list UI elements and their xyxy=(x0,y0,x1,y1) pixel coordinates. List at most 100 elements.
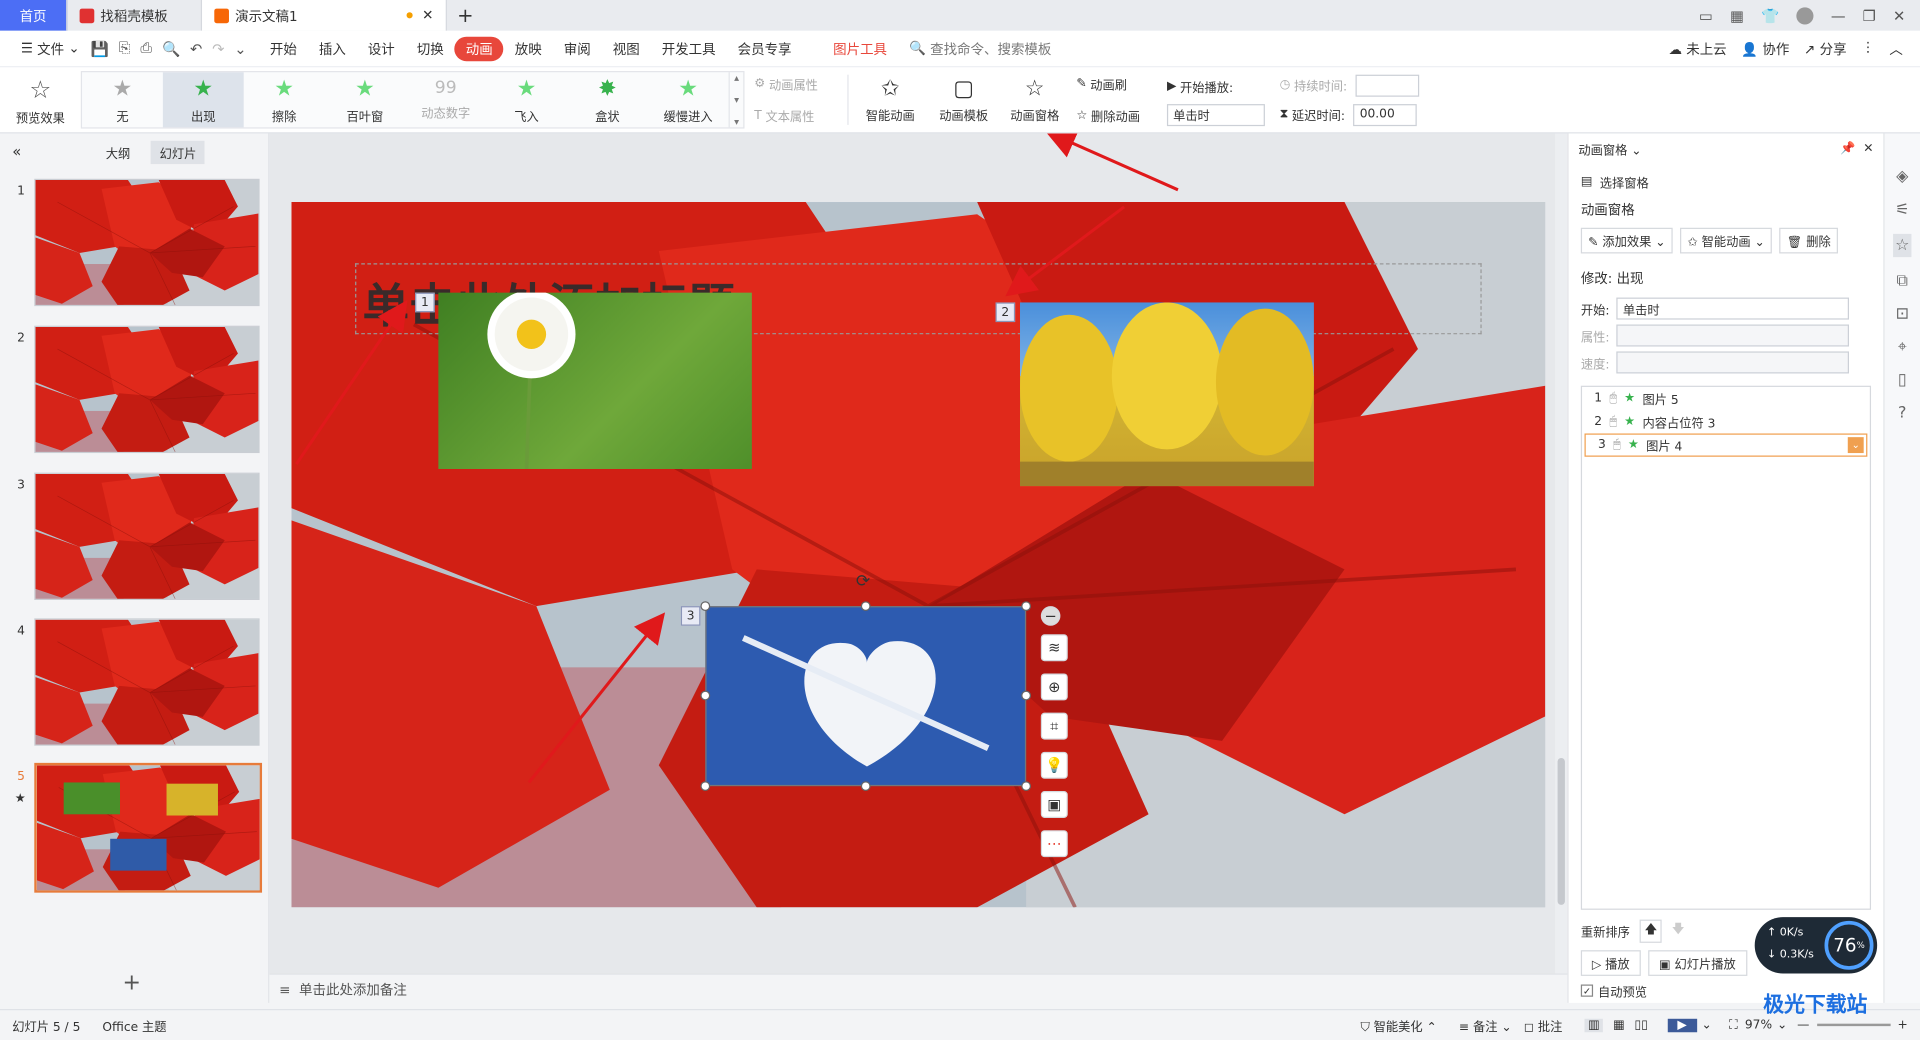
add-slide-button[interactable]: + xyxy=(122,970,140,996)
robot-icon[interactable]: ⊡ xyxy=(1896,305,1909,323)
beautify-button[interactable]: ⛉ 智能美化 ⌃ xyxy=(1361,1016,1437,1034)
collapse-ribbon-icon[interactable]: ︿ xyxy=(1889,39,1902,59)
settings-sliders-icon[interactable]: ⚟ xyxy=(1895,201,1909,219)
menu-slideshow[interactable]: 放映 xyxy=(504,36,553,60)
copy-icon[interactable]: ⧉ xyxy=(1897,272,1908,290)
scrollbar-thumb[interactable] xyxy=(1557,757,1565,905)
effect-none[interactable]: ★ 无 xyxy=(82,72,163,127)
apps-icon[interactable]: ▦ xyxy=(1730,7,1744,24)
zoom-dropdown-icon[interactable]: ⌄ xyxy=(1777,1018,1787,1031)
animation-star-icon[interactable]: ☆ xyxy=(1892,233,1912,258)
pane-start-dropdown[interactable]: 单击时 xyxy=(1616,297,1850,320)
effect-slow-enter[interactable]: ★ 缓慢进入 xyxy=(648,72,729,127)
new-tab-button[interactable]: + xyxy=(447,0,484,31)
menu-transition[interactable]: 切换 xyxy=(406,36,455,60)
menu-view[interactable]: 视图 xyxy=(602,36,651,60)
pane-delete-button[interactable]: 🗑 删除 xyxy=(1779,227,1839,253)
effect-box[interactable]: ✸ 盒状 xyxy=(567,72,648,127)
tab-document[interactable]: 演示文稿1 ✕ xyxy=(202,0,447,31)
preview-effect-button[interactable]: ☆ 预览效果 xyxy=(0,67,81,132)
location-icon[interactable]: ⌖ xyxy=(1898,338,1907,356)
cloud-button[interactable]: ☁ 未上云 xyxy=(1668,39,1726,59)
file-menu[interactable]: ☰ 文件 ⌄ xyxy=(10,36,91,60)
customize-icon[interactable]: ⌄ xyxy=(234,40,246,57)
pane-title[interactable]: 动画窗格 ⌄ xyxy=(1578,139,1641,157)
animation-item-1[interactable]: 1 🖱 ★ 图片 5 xyxy=(1582,387,1870,410)
vertical-scrollbar[interactable] xyxy=(1555,133,1568,974)
zoom-in-icon[interactable]: + xyxy=(1897,1018,1907,1031)
share-button[interactable]: ↗ 分享 xyxy=(1804,39,1847,59)
effect-wipe[interactable]: ★ 擦除 xyxy=(244,72,325,127)
gallery-scroll[interactable]: ▴ ▾ ▾ xyxy=(728,72,744,128)
play-slideshow-button[interactable]: ▶ xyxy=(1667,1018,1697,1032)
book-icon[interactable]: ▯ xyxy=(1898,371,1907,389)
comments-button[interactable]: ◻ 批注 xyxy=(1524,1016,1563,1034)
close-pane-icon[interactable]: ✕ xyxy=(1863,141,1873,154)
redo-icon[interactable]: ↷ xyxy=(212,40,224,57)
effect-blinds[interactable]: ★ 百叶窗 xyxy=(324,72,405,127)
help-icon[interactable]: ? xyxy=(1898,404,1906,422)
slide-thumbnail-3[interactable] xyxy=(34,472,260,601)
fit-icon[interactable]: ⛶ xyxy=(1729,1018,1738,1031)
speed-dropdown[interactable] xyxy=(1616,351,1850,374)
move-down-icon[interactable]: 🡇 xyxy=(1672,920,1685,941)
sorter-view-icon[interactable]: ▦ xyxy=(1613,1018,1625,1031)
duration-field[interactable] xyxy=(1355,74,1420,97)
text-props-button[interactable]: T 文本属性 xyxy=(754,103,832,127)
menu-start[interactable]: 开始 xyxy=(259,36,308,60)
minimize-icon[interactable]: — xyxy=(1831,7,1846,24)
effect-appear[interactable]: ★ 出现 xyxy=(162,72,244,128)
collab-button[interactable]: 👤 协作 xyxy=(1741,39,1789,59)
zoom-value[interactable]: 97% xyxy=(1745,1018,1772,1031)
effect-dynamic-number[interactable]: 99 动态数字 xyxy=(405,72,486,127)
undo-icon[interactable]: ↶ xyxy=(190,40,202,57)
menu-member[interactable]: 会员专享 xyxy=(727,36,803,60)
notes-bar[interactable]: ≡ 单击此处添加备注 xyxy=(269,973,1568,1005)
play-menu-icon[interactable]: ⌄ xyxy=(1702,1018,1712,1031)
tab-home[interactable]: 首页 xyxy=(0,0,68,31)
search-box[interactable]: 🔍 查找命令、搜索模板 xyxy=(898,36,1062,60)
menu-review[interactable]: 审阅 xyxy=(553,36,602,60)
move-up-icon[interactable]: 🡅 xyxy=(1639,918,1662,943)
save-icon[interactable]: 💾 xyxy=(91,40,109,57)
slide-thumbnail-2[interactable] xyxy=(34,325,260,454)
print-icon[interactable]: ⎙ xyxy=(140,39,152,57)
slide-thumbnail-5[interactable] xyxy=(34,762,263,893)
property-dropdown[interactable] xyxy=(1616,324,1850,347)
effect-fly-in[interactable]: ★ 飞入 xyxy=(486,72,567,127)
notes-button[interactable]: ≡ 备注 ⌄ xyxy=(1459,1016,1512,1034)
network-widget[interactable]: ↑ 0K/s ↓ 0.3K/s 76% xyxy=(1754,917,1878,974)
menu-animation[interactable]: 动画 xyxy=(454,36,504,61)
slideshow-button[interactable]: ▣ 幻灯片播放 xyxy=(1648,949,1747,976)
menu-devtools[interactable]: 开发工具 xyxy=(651,36,727,60)
export-icon[interactable]: ⎘ xyxy=(119,39,131,57)
skin-icon[interactable]: 👕 xyxy=(1761,7,1779,24)
select-pane-button[interactable]: ▤ 选择窗格 xyxy=(1569,163,1884,200)
anim-brush-button[interactable]: ✎ 动画刷 xyxy=(1076,72,1154,96)
restore-icon[interactable]: ❐ xyxy=(1863,7,1876,24)
anim-template-button[interactable]: ▢ 动画模板 xyxy=(927,67,1000,132)
more-icon[interactable]: ⋮ xyxy=(1861,39,1874,59)
start-dropdown[interactable]: 单击时 xyxy=(1166,103,1265,126)
theme-name[interactable]: Office 主题 xyxy=(102,1016,166,1034)
close-window-icon[interactable]: ✕ xyxy=(1893,7,1905,24)
menu-insert[interactable]: 插入 xyxy=(308,36,357,60)
avatar[interactable] xyxy=(1796,6,1814,24)
pin-icon[interactable]: 📌 xyxy=(1840,141,1855,154)
collapse-panel-icon[interactable]: « xyxy=(12,143,21,160)
tab-outline[interactable]: 大纲 xyxy=(97,140,139,163)
layout-icon[interactable]: ▭ xyxy=(1699,7,1713,24)
zoom-slider[interactable] xyxy=(1816,1023,1891,1027)
menu-picture-tools[interactable]: 图片工具 xyxy=(822,36,898,60)
play-button[interactable]: ▷ 播放 xyxy=(1580,949,1641,976)
tab-slides[interactable]: 幻灯片 xyxy=(151,140,205,164)
smart-anim-button[interactable]: ✩ 智能动画 xyxy=(853,67,926,132)
slide-thumbnail-4[interactable] xyxy=(34,618,260,746)
zoom-out-icon[interactable]: — xyxy=(1797,1018,1809,1031)
slide-thumbnail-1[interactable] xyxy=(34,178,260,307)
item-dropdown-icon[interactable]: ⌄ xyxy=(1847,437,1864,454)
delay-field[interactable]: 00.00 xyxy=(1353,103,1418,126)
tab-template[interactable]: 找稻壳模板 xyxy=(67,0,203,31)
preview-icon[interactable]: 🔍 xyxy=(162,40,180,57)
animation-item-3[interactable]: 3 🖱 ★ 图片 4 ⌄ xyxy=(1584,433,1868,457)
